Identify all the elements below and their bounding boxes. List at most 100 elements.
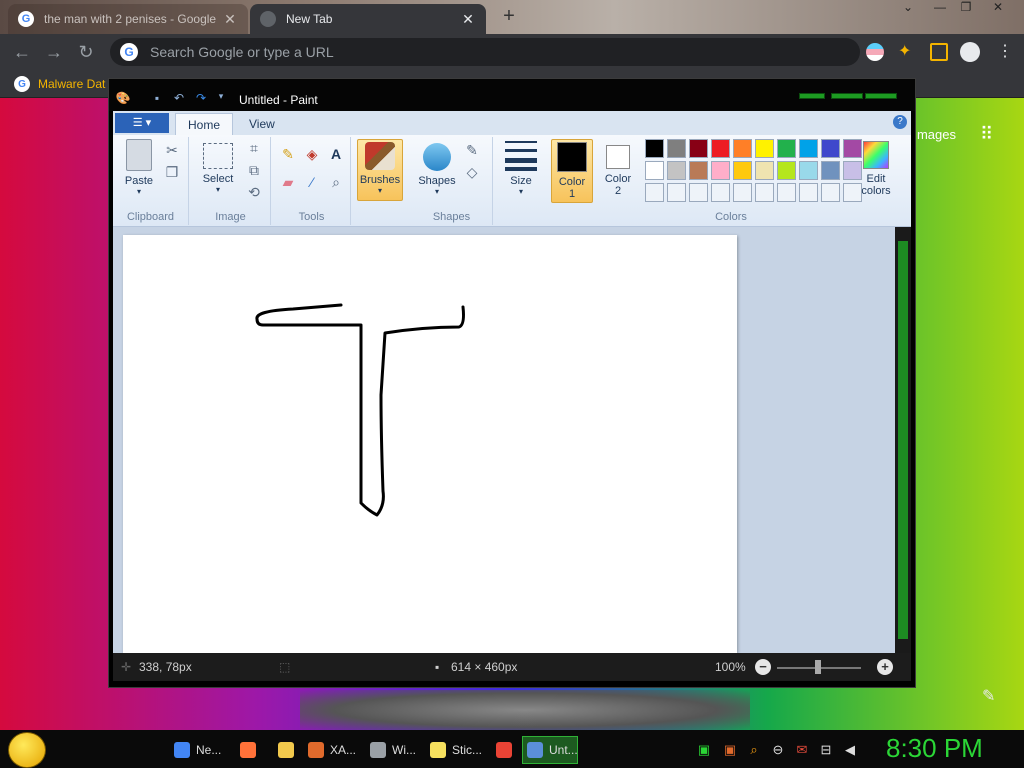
reload-icon[interactable]: ↻	[74, 41, 98, 63]
network-icon[interactable]: ⊟	[818, 742, 834, 758]
extension-icon[interactable]	[866, 43, 884, 61]
scrollbar-thumb[interactable]	[898, 241, 908, 639]
close-button[interactable]	[865, 93, 897, 99]
images-link[interactable]: mages	[917, 127, 956, 142]
apps-grid-icon[interactable]: ⠿	[980, 125, 998, 143]
taskbar-item[interactable]: Stic...	[426, 736, 482, 764]
bookmark-item[interactable]: G Malware Dat	[14, 76, 105, 92]
copy-icon[interactable]: ❐	[163, 163, 181, 181]
taskbar-item[interactable]	[236, 736, 260, 764]
tab-view[interactable]: View	[237, 113, 287, 135]
fill-icon[interactable]: ◈	[303, 145, 321, 163]
side-panel-icon[interactable]	[930, 43, 948, 61]
pencil-icon[interactable]: ✎	[279, 145, 297, 163]
new-tab-button[interactable]: +	[498, 6, 520, 26]
palette-swatch[interactable]	[645, 161, 664, 180]
palette-swatch[interactable]	[645, 183, 664, 202]
palette-swatch[interactable]	[821, 139, 840, 158]
palette-swatch[interactable]	[799, 139, 818, 158]
tray-icon[interactable]: ⊖	[770, 742, 786, 758]
palette-swatch[interactable]	[755, 139, 774, 158]
resize-icon[interactable]: ⧉	[245, 161, 263, 179]
palette-swatch[interactable]	[667, 139, 686, 158]
palette-swatch[interactable]	[799, 183, 818, 202]
palette-swatch[interactable]	[733, 161, 752, 180]
paint-app-icon[interactable]: 🎨	[115, 91, 131, 107]
zoom-slider-thumb[interactable]	[815, 660, 821, 674]
extensions-puzzle-icon[interactable]: ✦	[898, 43, 916, 61]
size-button[interactable]: Size ▾	[501, 139, 541, 196]
color-picker-icon[interactable]: ⁄	[303, 173, 321, 191]
customize-quick-access-icon[interactable]: ▾	[213, 91, 229, 107]
taskbar-item[interactable]	[274, 736, 298, 764]
taskbar-item[interactable]: Ne...	[170, 736, 221, 764]
save-icon[interactable]: ▪	[149, 91, 165, 107]
palette-swatch[interactable]	[667, 161, 686, 180]
volume-icon[interactable]: ◀	[842, 742, 858, 758]
cut-icon[interactable]: ✂	[163, 141, 181, 159]
color1-button[interactable]: Color 1	[551, 139, 593, 203]
select-button[interactable]: Select ▾	[197, 139, 239, 194]
outline-icon[interactable]: ✎	[463, 141, 481, 159]
paste-button[interactable]: Paste ▾	[121, 139, 157, 196]
palette-swatch[interactable]	[755, 161, 774, 180]
palette-swatch[interactable]	[777, 183, 796, 202]
palette-swatch[interactable]	[821, 161, 840, 180]
drawing-canvas[interactable]	[123, 235, 737, 653]
forward-icon[interactable]: →	[42, 41, 66, 63]
help-icon[interactable]: ?	[893, 115, 907, 129]
vertical-scrollbar[interactable]	[895, 227, 911, 653]
redo-icon[interactable]: ↷	[193, 91, 209, 107]
magnifier-icon[interactable]: ⌕	[327, 173, 345, 191]
rotate-icon[interactable]: ⟲	[245, 183, 263, 201]
crop-icon[interactable]: ⌗	[245, 139, 263, 157]
taskbar-item[interactable]: Wi...	[366, 736, 418, 764]
file-menu-button[interactable]: ☰ ▾	[115, 113, 169, 133]
tab-home[interactable]: Home	[175, 113, 234, 135]
palette-swatch[interactable]	[733, 139, 752, 158]
close-window-button[interactable]: ✕	[986, 0, 1010, 18]
customize-pencil-icon[interactable]: ✎	[982, 686, 995, 706]
text-icon[interactable]: A	[327, 145, 345, 163]
zoom-in-button[interactable]: +	[877, 659, 893, 675]
clock[interactable]: 8:30 PM	[886, 733, 983, 764]
address-bar[interactable]: G Search Google or type a URL	[110, 38, 860, 66]
color2-button[interactable]: Color 2	[597, 139, 639, 197]
tab-google-search[interactable]: G the man with 2 penises - Google ✕	[8, 4, 248, 34]
minimize-button[interactable]	[799, 93, 825, 99]
palette-swatch[interactable]	[733, 183, 752, 202]
tray-icon[interactable]: ✉	[794, 742, 810, 758]
restore-button[interactable]: ❐	[954, 0, 978, 18]
taskbar-item[interactable]	[492, 736, 516, 764]
palette-swatch[interactable]	[711, 183, 730, 202]
start-button[interactable]	[8, 732, 46, 768]
palette-swatch[interactable]	[667, 183, 686, 202]
palette-swatch[interactable]	[689, 183, 708, 202]
undo-icon[interactable]: ↶	[171, 91, 187, 107]
profile-avatar[interactable]	[960, 42, 980, 62]
palette-swatch[interactable]	[645, 139, 664, 158]
palette-swatch[interactable]	[777, 161, 796, 180]
taskbar-item[interactable]: XA...	[304, 736, 356, 764]
search-icon[interactable]: ⌕	[746, 742, 762, 758]
palette-swatch[interactable]	[799, 161, 818, 180]
brushes-button[interactable]: Brushes ▾	[357, 139, 403, 201]
minimize-button[interactable]: —	[928, 0, 952, 18]
tray-icon[interactable]: ▣	[696, 742, 712, 758]
zoom-out-button[interactable]: −	[755, 659, 771, 675]
maximize-button[interactable]	[831, 93, 863, 99]
close-tab-icon[interactable]: ✕	[460, 11, 476, 28]
tab-search-icon[interactable]: ⌄	[896, 0, 920, 18]
taskbar-item[interactable]: Unt...	[522, 736, 578, 764]
edit-colors-button[interactable]: Edit colors	[855, 139, 897, 197]
palette-swatch[interactable]	[689, 161, 708, 180]
palette-swatch[interactable]	[821, 183, 840, 202]
palette-swatch[interactable]	[777, 139, 796, 158]
palette-swatch[interactable]	[689, 139, 708, 158]
fill-shape-icon[interactable]: ◇	[463, 163, 481, 181]
palette-swatch[interactable]	[711, 139, 730, 158]
more-menu-icon[interactable]: ⋮	[996, 43, 1014, 61]
tab-new-tab[interactable]: New Tab ✕	[250, 4, 486, 34]
close-tab-icon[interactable]: ✕	[222, 11, 238, 28]
shapes-button[interactable]: Shapes ▾	[415, 139, 459, 196]
